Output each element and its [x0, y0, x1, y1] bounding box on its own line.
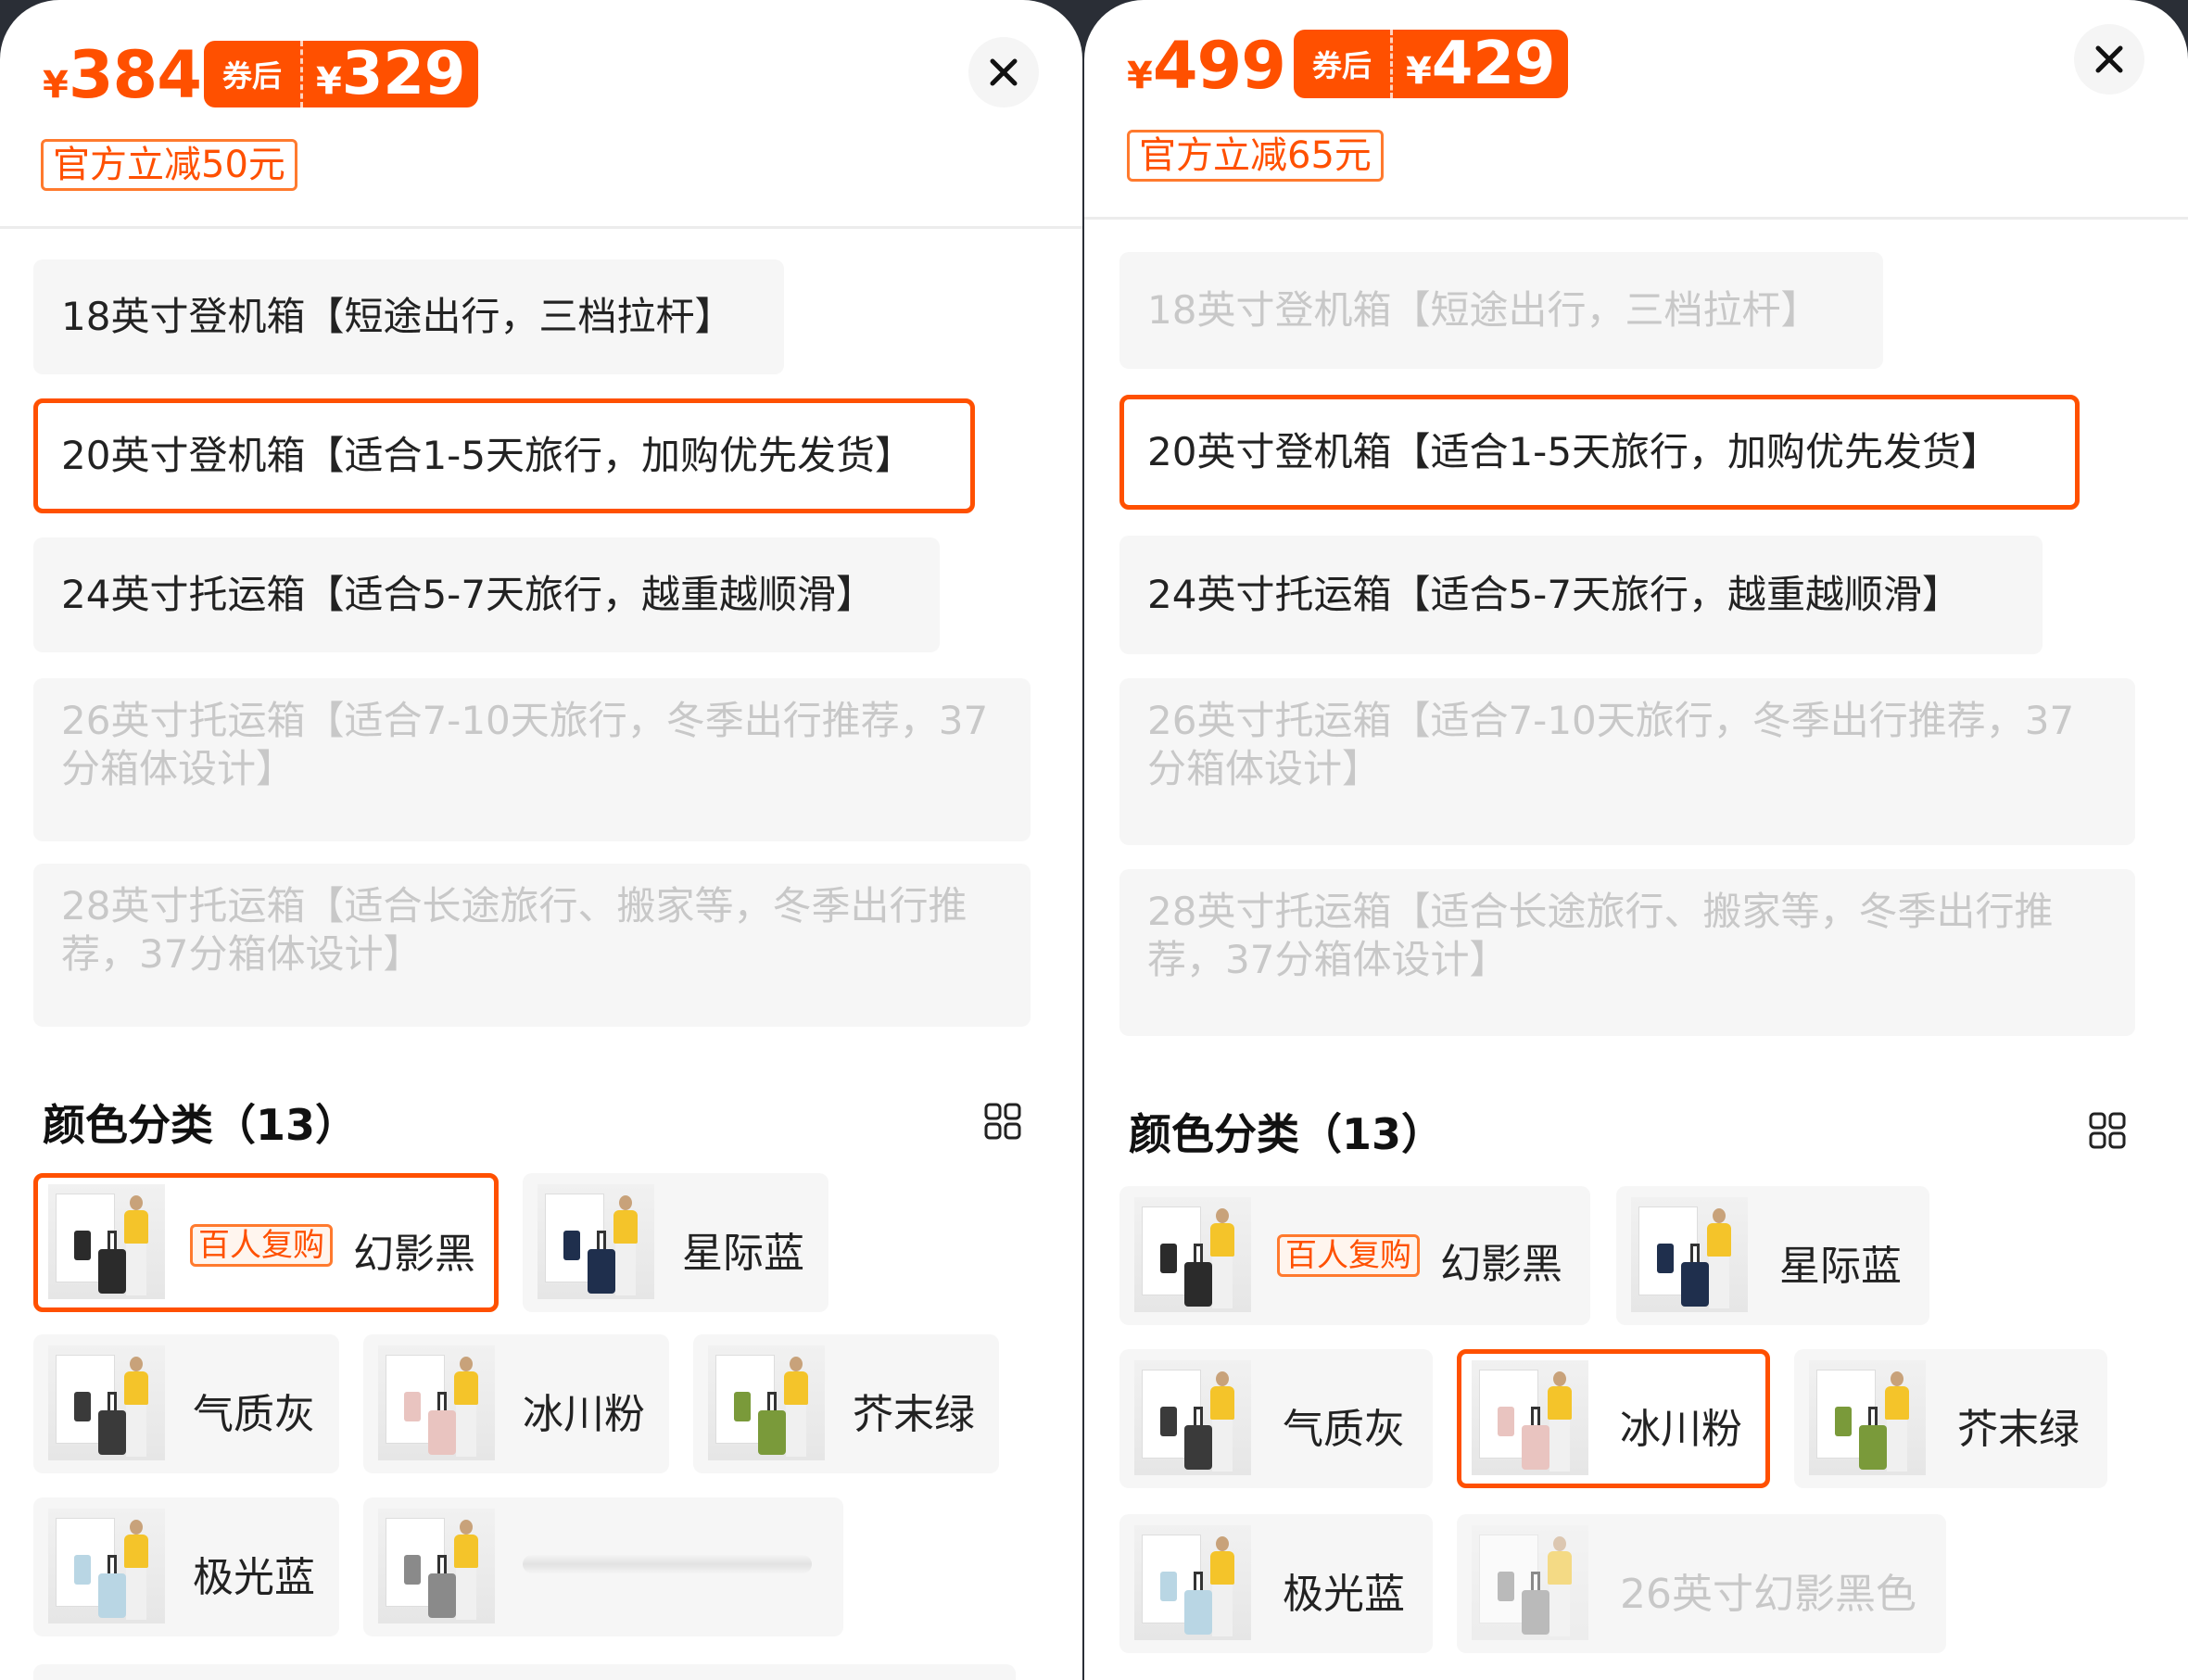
color-chip-mustard-green[interactable]: 芥末绿 — [1794, 1349, 2107, 1488]
sku-panel-right: ¥499 券后 ¥429 官方立减65元 18英寸登机箱【短途出行，三档拉杆】 … — [1084, 0, 2188, 1680]
coupon-price-pill: 券后 ¥429 — [1294, 30, 1569, 98]
size-option-26: 26英寸托运箱【适合7-10天旅行，冬季出行推荐，37分箱体设计】 — [1119, 678, 2135, 845]
color-name: 气质灰 — [193, 1391, 315, 1438]
size-option-label: 28英寸托运箱【适合长途旅行、搬家等，冬季出行推荐，37分箱体设计】 — [1147, 889, 2054, 982]
size-option-28: 28英寸托运箱【适合长途旅行、搬家等，冬季出行推荐，37分箱体设计】 — [1119, 869, 2135, 1036]
size-option-24[interactable]: 24英寸托运箱【适合5-7天旅行，越重越顺滑】 — [33, 537, 940, 652]
product-thumbnail — [1134, 1525, 1251, 1640]
close-icon — [2095, 45, 2123, 73]
product-thumbnail — [1134, 1197, 1251, 1312]
size-option-20[interactable]: 20英寸登机箱【适合1-5天旅行，加购优先发货】 — [33, 398, 975, 513]
color-chip-interstellar-blue[interactable]: 星际蓝 — [1616, 1186, 1929, 1325]
color-chip-glacier-pink[interactable]: 冰川粉 — [363, 1334, 669, 1473]
size-option-label: 24英寸托运箱【适合5-7天旅行，越重越顺滑】 — [1147, 572, 1962, 617]
product-thumbnail — [708, 1345, 825, 1460]
product-thumbnail — [378, 1509, 495, 1623]
color-name: 冰川粉 — [1620, 1406, 1742, 1453]
color-name: 26英寸幻影黑色 — [1620, 1571, 1916, 1618]
size-option-20[interactable]: 20英寸登机箱【适合1-5天旅行，加购优先发货】 — [1119, 395, 2080, 510]
size-option-label: 24英寸托运箱【适合5-7天旅行，越重越顺滑】 — [61, 572, 876, 617]
coupon-value: 329 — [341, 40, 466, 108]
size-option-26: 26英寸托运箱【适合7-10天旅行，冬季出行推荐，37分箱体设计】 — [33, 678, 1031, 841]
repurchase-badge: 百人复购 — [1277, 1234, 1420, 1277]
size-option-label: 18英寸登机箱【短途出行，三档拉杆】 — [1147, 287, 1820, 333]
color-chip-26-phantom-black: 26英寸幻影黑色 — [1457, 1514, 1946, 1653]
coupon-tag: 券后 — [204, 41, 304, 107]
product-thumbnail — [1472, 1360, 1588, 1475]
discount-tag: 官方立减65元 — [1127, 130, 1384, 182]
color-name: 气质灰 — [1283, 1406, 1405, 1453]
price-currency: ¥ — [1127, 55, 1153, 97]
coupon-price-pill: 券后 ¥329 — [204, 40, 479, 108]
price: ¥384 — [43, 37, 202, 113]
color-name: 幻影黑 — [1440, 1241, 1562, 1288]
product-thumbnail — [378, 1345, 495, 1460]
color-name: 极光蓝 — [193, 1554, 315, 1601]
repurchase-badge: 百人复购 — [190, 1224, 333, 1267]
coupon-currency: ¥ — [1406, 50, 1432, 93]
product-thumbnail — [48, 1184, 165, 1299]
price-currency: ¥ — [43, 64, 69, 107]
size-option-label: 26英寸托运箱【适合7-10天旅行，冬季出行推荐，37分箱体设计】 — [61, 698, 989, 791]
price-value: 384 — [68, 37, 202, 113]
sku-panel-left: ¥384 券后 ¥329 官方立减50元 18英寸登机箱【短途出行，三档拉杆】 … — [0, 0, 1082, 1680]
close-icon — [990, 58, 1018, 86]
color-chip-mustard-green[interactable]: 芥末绿 — [693, 1334, 999, 1473]
size-option-18: 18英寸登机箱【短途出行，三档拉杆】 — [1119, 252, 1883, 369]
next-row-peek — [33, 1664, 1016, 1680]
price-value: 499 — [1152, 28, 1286, 104]
product-thumbnail — [1631, 1197, 1748, 1312]
product-thumbnail — [48, 1509, 165, 1623]
coupon-currency: ¥ — [316, 60, 342, 103]
color-chip-blurred — [363, 1497, 843, 1636]
grid-view-icon[interactable] — [984, 1103, 1021, 1140]
color-chip-aurora-blue[interactable]: 极光蓝 — [1119, 1514, 1433, 1653]
color-name: 星际蓝 — [1779, 1243, 1902, 1290]
divider — [0, 226, 1082, 229]
product-thumbnail — [538, 1184, 654, 1299]
size-option-18[interactable]: 18英寸登机箱【短途出行，三档拉杆】 — [33, 259, 784, 374]
color-chip-phantom-black[interactable]: 百人复购 幻影黑 — [33, 1173, 499, 1312]
color-chip-aurora-blue[interactable]: 极光蓝 — [33, 1497, 339, 1636]
size-option-label: 18英寸登机箱【短途出行，三档拉杆】 — [61, 294, 734, 339]
product-thumbnail — [1809, 1360, 1926, 1475]
close-button[interactable] — [2074, 24, 2144, 95]
close-button[interactable] — [968, 37, 1039, 107]
color-chip-elegant-gray[interactable]: 气质灰 — [33, 1334, 339, 1473]
coupon-tag: 券后 — [1294, 30, 1394, 98]
size-option-28: 28英寸托运箱【适合长途旅行、搬家等，冬季出行推荐，37分箱体设计】 — [33, 864, 1031, 1027]
product-thumbnail — [1472, 1525, 1588, 1640]
color-name: 幻影黑 — [353, 1231, 475, 1278]
size-option-label: 26英寸托运箱【适合7-10天旅行，冬季出行推荐，37分箱体设计】 — [1147, 698, 2075, 791]
coupon-value: 429 — [1431, 30, 1556, 98]
color-name: 极光蓝 — [1283, 1571, 1405, 1618]
color-section-title: 颜色分类（13） — [1129, 1109, 1445, 1159]
size-option-label: 20英寸登机箱【适合1-5天旅行，加购优先发货】 — [1147, 429, 2001, 474]
divider — [1084, 217, 2188, 220]
grid-view-icon[interactable] — [2089, 1112, 2126, 1149]
color-name: 芥末绿 — [853, 1391, 975, 1438]
size-option-24[interactable]: 24英寸托运箱【适合5-7天旅行，越重越顺滑】 — [1119, 536, 2043, 654]
color-name: 星际蓝 — [682, 1230, 804, 1277]
color-chip-elegant-gray[interactable]: 气质灰 — [1119, 1349, 1433, 1488]
color-chip-glacier-pink[interactable]: 冰川粉 — [1457, 1349, 1770, 1488]
discount-tag: 官方立减50元 — [41, 139, 297, 191]
price: ¥499 — [1127, 28, 1286, 104]
size-option-label: 20英寸登机箱【适合1-5天旅行，加购优先发货】 — [61, 433, 915, 478]
color-name: 冰川粉 — [523, 1391, 645, 1438]
color-name: 芥末绿 — [1957, 1406, 2080, 1453]
size-option-label: 28英寸托运箱【适合长途旅行、搬家等，冬季出行推荐，37分箱体设计】 — [61, 883, 968, 977]
color-chip-phantom-black[interactable]: 百人复购 幻影黑 — [1119, 1186, 1590, 1325]
blurred-label — [523, 1555, 812, 1573]
product-thumbnail — [1134, 1360, 1251, 1475]
product-thumbnail — [48, 1345, 165, 1460]
color-section-title: 颜色分类（13） — [43, 1100, 359, 1150]
color-chip-interstellar-blue[interactable]: 星际蓝 — [523, 1173, 828, 1312]
